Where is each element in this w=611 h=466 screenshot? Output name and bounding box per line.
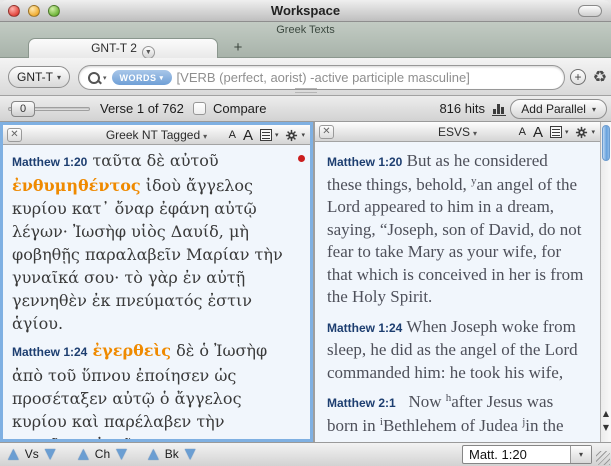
search-hit-word[interactable]: ἐγερθεὶς bbox=[92, 341, 171, 360]
search-options-chevron-icon[interactable]: ▾ bbox=[103, 74, 107, 82]
title-bar[interactable]: Workspace bbox=[0, 0, 611, 22]
greek-text-body[interactable]: Matthew 1:20 ταῦτα δὲ αὐτοῦ ἐνθυμηθέντος… bbox=[3, 145, 310, 442]
english-text-body[interactable]: Matthew 1:20 But as he considered these … bbox=[315, 142, 600, 442]
book-up-button[interactable]: ▲ bbox=[148, 446, 159, 462]
add-parallel-label: Add Parallel bbox=[521, 102, 586, 116]
compare-label: Compare bbox=[213, 101, 266, 116]
result-toolbar: 0 Verse 1 of 762 Compare 816 hits ▾ Add … bbox=[0, 96, 611, 122]
verse-text: ταῦτα δὲ αὐτοῦ bbox=[92, 151, 218, 170]
text-module-button[interactable]: GNT-T ▾ bbox=[8, 66, 70, 88]
verse-nav-label: Vs bbox=[25, 447, 39, 461]
verse-reference[interactable]: Matthew 1:20 bbox=[12, 155, 87, 169]
display-settings-icon[interactable] bbox=[550, 126, 562, 138]
verse-block: Matthew 2:1 Now hafter Jesus was born in… bbox=[327, 391, 588, 437]
pane-header-icons: A A ▾ ▾ bbox=[229, 126, 305, 144]
hit-marker-dot bbox=[298, 155, 305, 162]
verse-down-button[interactable]: ▼ bbox=[45, 446, 56, 462]
verse-slider[interactable]: 0 bbox=[8, 107, 90, 111]
scroll-up-arrow-icon[interactable]: ▲ bbox=[601, 407, 611, 421]
scrollbar-arrows: ▲ ▼ bbox=[601, 407, 611, 439]
scrollbar-thumb[interactable] bbox=[602, 125, 610, 161]
scroll-down-arrow-icon[interactable]: ▼ bbox=[601, 421, 611, 435]
pane-title-label: Greek NT Tagged bbox=[106, 128, 200, 142]
verse-text: Now bbox=[400, 392, 446, 411]
verse-block: Matthew 1:24 When Joseph woke from sleep… bbox=[327, 316, 588, 385]
tab-label: GNT-T 2 bbox=[91, 41, 137, 55]
verse-reference[interactable]: Matthew 1:24 bbox=[327, 321, 402, 335]
pane-header-icons: A A ▾ ▾ bbox=[519, 123, 595, 141]
verse-nav-group: ▲ Vs ▼ bbox=[8, 446, 56, 462]
hits-count: 816 hits bbox=[439, 101, 485, 116]
verse-text: an angel of the Lord appeared to him in … bbox=[327, 175, 583, 307]
display-settings-icon[interactable] bbox=[260, 129, 272, 141]
chevron-down-icon: ▾ bbox=[591, 128, 595, 136]
verse-text: Bethlehem of Judea bbox=[383, 416, 522, 435]
chapter-up-button[interactable]: ▲ bbox=[78, 446, 89, 462]
search-icon[interactable] bbox=[87, 71, 101, 85]
tab-gnt-t-2[interactable]: GNT-T 2▼ bbox=[28, 38, 218, 58]
pane-header: ✕ Greek NT Tagged▾ A A ▾ ▾ bbox=[3, 125, 310, 145]
add-parallel-button[interactable]: Add Parallel ▾ bbox=[510, 99, 607, 119]
verse-block: Matthew 1:24 ἐγερθεὶς δὲ ὁ Ἰωσὴφ ἀπὸ τοῦ… bbox=[12, 339, 300, 442]
chevron-down-icon: ▾ bbox=[473, 129, 477, 138]
add-search-tab-button[interactable]: + bbox=[570, 69, 586, 85]
search-scope-label: WORDS bbox=[120, 73, 157, 83]
toolbar-toggle-button[interactable] bbox=[578, 5, 602, 17]
window-title: Workspace bbox=[0, 3, 611, 18]
pane-esvs[interactable]: ✕ ESVS▾ A A ▾ ▾ Mat bbox=[315, 122, 611, 442]
verse-slider-thumb[interactable]: 0 bbox=[11, 101, 35, 117]
verse-reference[interactable]: Matthew 1:20 bbox=[327, 155, 402, 169]
resize-grip[interactable] bbox=[596, 451, 610, 465]
content-area: ✕ Greek NT Tagged▾ A A ▾ ▾ bbox=[0, 122, 611, 442]
pane-header: ✕ ESVS▾ A A ▾ ▾ bbox=[315, 122, 600, 142]
verse-reference[interactable]: Matthew 1:24 bbox=[12, 345, 87, 359]
reference-combobox[interactable]: Matt. 1:20 ▾ bbox=[462, 445, 592, 464]
verse-counter: Verse 1 of 762 bbox=[100, 101, 184, 116]
verse-text: ἰδοὺ ἄγγελος κυρίου κατ᾽ ὄναρ ἐφάνη αὐτῷ… bbox=[12, 176, 283, 333]
book-nav-label: Bk bbox=[165, 447, 179, 461]
gear-icon[interactable] bbox=[575, 126, 588, 139]
workspace-window: Workspace Greek Texts GNT-T 2▼ + GNT-T ▾… bbox=[0, 0, 611, 466]
decrease-font-button[interactable]: A bbox=[519, 126, 526, 138]
book-down-button[interactable]: ▼ bbox=[185, 446, 196, 462]
book-nav-group: ▲ Bk ▼ bbox=[148, 446, 196, 462]
chapter-down-button[interactable]: ▼ bbox=[116, 446, 127, 462]
verse-block: Matthew 1:20 ταῦτα δὲ αὐτοῦ ἐνθυμηθέντος… bbox=[12, 149, 300, 335]
gear-icon[interactable] bbox=[285, 129, 298, 142]
chevron-down-icon: ▾ bbox=[160, 74, 164, 82]
search-toolbar: GNT-T ▾ ▾ WORDS ▾ [VERB (perfect, aorist… bbox=[0, 58, 611, 96]
workspace-subtitle: Greek Texts bbox=[0, 24, 611, 36]
search-query-value[interactable]: [VERB (perfect, aorist) -active particip… bbox=[177, 70, 470, 85]
increase-font-button[interactable]: A bbox=[243, 127, 253, 144]
reference-value[interactable]: Matt. 1:20 bbox=[463, 446, 570, 463]
reference-dropdown-button[interactable]: ▾ bbox=[570, 446, 591, 463]
pane-title-label: ESVS bbox=[438, 125, 470, 139]
vertical-scrollbar[interactable]: ▲ ▼ bbox=[600, 122, 611, 442]
verse-text: in the bbox=[525, 416, 563, 435]
decrease-font-button[interactable]: A bbox=[229, 129, 236, 141]
chevron-down-icon: ▾ bbox=[57, 73, 61, 82]
chapter-nav-group: ▲ Ch ▼ bbox=[78, 446, 127, 462]
chevron-down-icon: ▾ bbox=[275, 131, 279, 139]
bar-chart-glyph bbox=[492, 104, 506, 116]
chevron-down-icon: ▾ bbox=[203, 132, 207, 141]
text-module-label: GNT-T bbox=[17, 70, 53, 84]
search-input[interactable]: ▾ WORDS ▾ [VERB (perfect, aorist) -activ… bbox=[78, 65, 565, 90]
search-hit-word[interactable]: ἐνθυμηθέντος bbox=[12, 176, 141, 195]
bottom-bar: ▲ Vs ▼ ▲ Ch ▼ ▲ Bk ▼ Matt. 1:20 ▾ bbox=[0, 442, 611, 466]
compare-checkbox[interactable] bbox=[193, 102, 206, 115]
research-icon[interactable]: ♻ bbox=[593, 67, 607, 86]
search-scope-pill[interactable]: WORDS ▾ bbox=[112, 70, 172, 85]
increase-font-button[interactable]: A bbox=[533, 124, 543, 141]
verse-up-button[interactable]: ▲ bbox=[8, 446, 19, 462]
verse-reference[interactable]: Matthew 2:1 bbox=[327, 396, 396, 410]
verse-block: Matthew 1:20 But as he considered these … bbox=[327, 150, 588, 309]
tab-strip: Greek Texts GNT-T 2▼ + bbox=[0, 22, 611, 58]
chapter-nav-label: Ch bbox=[95, 447, 110, 461]
chevron-down-icon: ▾ bbox=[592, 105, 596, 114]
chevron-down-icon: ▾ bbox=[565, 128, 569, 136]
chevron-down-icon: ▾ bbox=[301, 131, 305, 139]
pane-greek-nt-tagged[interactable]: ✕ Greek NT Tagged▾ A A ▾ ▾ bbox=[0, 122, 313, 442]
new-tab-button[interactable]: + bbox=[228, 38, 248, 58]
